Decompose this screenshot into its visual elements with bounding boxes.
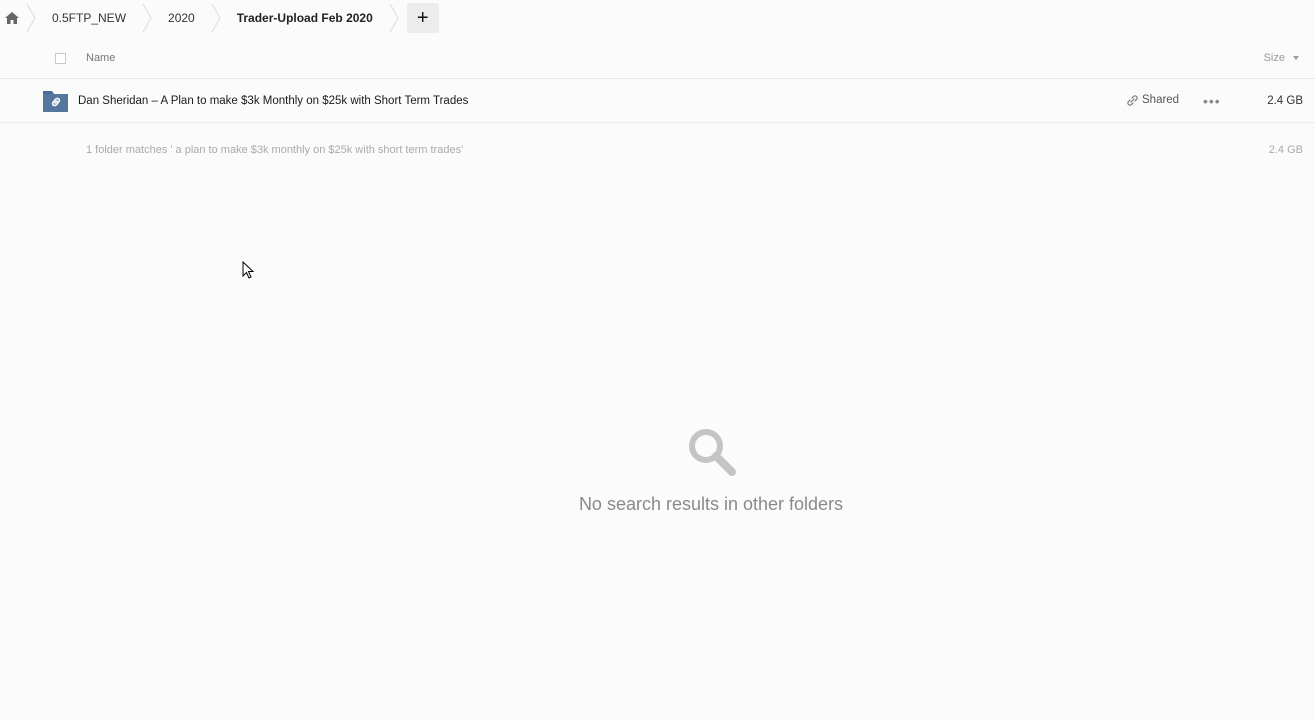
breadcrumb-item-current[interactable]: Trader-Upload Feb 2020 xyxy=(223,0,387,36)
folder-name[interactable]: Dan Sheridan – A Plan to make $3k Monthl… xyxy=(78,95,468,107)
name-column-header[interactable]: Name xyxy=(86,52,115,64)
list-header: Name Size xyxy=(0,40,1315,79)
table-row[interactable]: Dan Sheridan – A Plan to make $3k Monthl… xyxy=(0,80,1315,123)
select-all-checkbox[interactable] xyxy=(55,53,66,64)
breadcrumb-separator xyxy=(387,0,401,36)
sort-arrow-icon[interactable] xyxy=(1293,56,1299,60)
shared-label: Shared xyxy=(1142,94,1180,106)
empty-state-message: No search results in other folders xyxy=(578,494,844,514)
size-column-header[interactable]: Size xyxy=(1264,52,1285,64)
mouse-cursor-icon xyxy=(242,260,255,284)
summary-size: 2.4 GB xyxy=(1268,144,1303,156)
add-button[interactable]: + xyxy=(406,3,439,33)
breadcrumb-separator xyxy=(209,0,223,36)
shared-link[interactable]: Shared xyxy=(1127,94,1179,106)
link-icon xyxy=(1127,94,1138,106)
breadcrumb-separator xyxy=(140,0,154,36)
shared-folder-icon xyxy=(43,90,68,112)
home-icon[interactable] xyxy=(0,0,24,36)
breadcrumb: 0.5FTP_NEW 2020 Trader-Upload Feb 2020 + xyxy=(0,0,1315,36)
breadcrumb-item-2020[interactable]: 2020 xyxy=(154,0,209,36)
folder-size: 2.4 GB xyxy=(1267,95,1303,107)
search-summary: 1 folder matches ' a plan to make $3k mo… xyxy=(86,144,464,156)
more-options-icon[interactable]: ••• xyxy=(1203,94,1221,108)
breadcrumb-separator xyxy=(24,0,38,36)
search-icon xyxy=(686,426,738,478)
breadcrumb-item-ftp-new[interactable]: 0.5FTP_NEW xyxy=(38,0,140,36)
